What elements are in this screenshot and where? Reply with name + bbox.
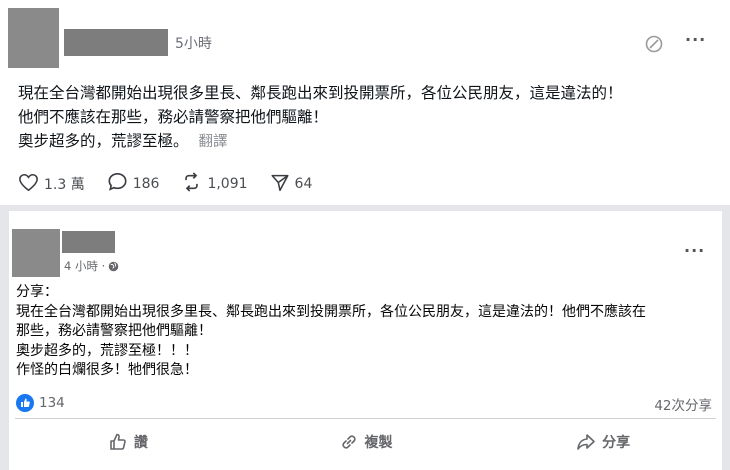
share-button[interactable]: 分享 xyxy=(484,428,722,456)
repost-icon xyxy=(181,172,207,196)
post-line: 現在全台灣都開始出現很多里長、鄰長跑出來到投開票所，各位公民朋友，這是違法的！他… xyxy=(16,303,646,320)
avatar[interactable] xyxy=(12,229,60,277)
post-time[interactable]: 4 小時 · xyxy=(64,258,119,274)
send-count: 64 xyxy=(294,176,313,192)
heart-icon xyxy=(18,173,44,196)
thumbs-up-icon xyxy=(108,432,134,452)
link-icon xyxy=(339,432,365,452)
send-icon xyxy=(270,173,295,196)
share-label: 分享 xyxy=(602,435,631,451)
post-line: 奧步超多的，荒謬至極！！！ xyxy=(16,342,198,359)
like-button[interactable]: 讚 xyxy=(9,428,247,456)
post-body: 分享： 現在全台灣都開始出現很多里長、鄰長跑出來到投開票所，各位公民朋友，這是違… xyxy=(16,283,646,381)
post-line: 那些，務必請警察把他們驅離！ xyxy=(16,323,212,339)
like-reaction-icon xyxy=(16,394,34,412)
post-time[interactable]: 5小時 xyxy=(175,33,212,53)
share-arrow-icon xyxy=(576,432,602,452)
action-bar: 讚 複製 分享 xyxy=(9,428,722,456)
post-line: 現在全台灣都開始出現很多里長、鄰長跑出來到投開票所，各位公民朋友，這是違法的！ xyxy=(18,84,623,102)
post-line: 作怪的白爛很多！牠們很急！ xyxy=(16,362,198,378)
post-actions: 1.3 萬 186 1,091 64 xyxy=(18,172,334,196)
like-button[interactable]: 1.3 萬 xyxy=(18,173,85,196)
translate-link[interactable]: 翻譯 xyxy=(199,134,228,150)
like-label: 讚 xyxy=(133,435,148,451)
divider xyxy=(15,418,716,419)
copy-label: 複製 xyxy=(364,435,393,451)
copy-button[interactable]: 複製 xyxy=(247,428,485,456)
comment-icon xyxy=(107,172,133,196)
globe-icon xyxy=(108,261,119,272)
send-button[interactable]: 64 xyxy=(270,173,313,196)
author-name-redacted[interactable] xyxy=(62,231,115,253)
reply-button[interactable]: 186 xyxy=(107,172,160,196)
post-card-2: 4 小時 · ··· 分享： 現在全台灣都開始出現很多里長、鄰長跑出來到投開票所… xyxy=(9,211,722,470)
reactions-summary[interactable]: 134 xyxy=(16,394,65,412)
edit-icon[interactable] xyxy=(643,33,665,55)
reaction-count: 134 xyxy=(39,395,65,411)
post-line: 分享： xyxy=(16,284,58,300)
post-line: 奧步超多的，荒謬至極。 xyxy=(18,132,189,150)
more-icon[interactable]: ··· xyxy=(684,241,705,260)
more-icon[interactable]: ··· xyxy=(685,30,706,49)
share-count[interactable]: 42次分享 xyxy=(654,394,712,414)
post-card-1: 5小時 ··· 現在全台灣都開始出現很多里長、鄰長跑出來到投開票所，各位公民朋友… xyxy=(0,0,730,205)
repost-button[interactable]: 1,091 xyxy=(181,172,248,196)
like-count: 1.3 萬 xyxy=(44,177,85,193)
post-line: 他們不應該在那些，務必請警察把他們驅離！ xyxy=(18,108,329,126)
post-time-label: 4 小時 · xyxy=(64,259,106,273)
post-body: 現在全台灣都開始出現很多里長、鄰長跑出來到投開票所，各位公民朋友，這是違法的！ … xyxy=(18,81,623,154)
reply-count: 186 xyxy=(132,176,160,192)
avatar[interactable] xyxy=(8,8,59,68)
author-name-redacted[interactable] xyxy=(64,29,168,56)
repost-count: 1,091 xyxy=(207,176,248,192)
